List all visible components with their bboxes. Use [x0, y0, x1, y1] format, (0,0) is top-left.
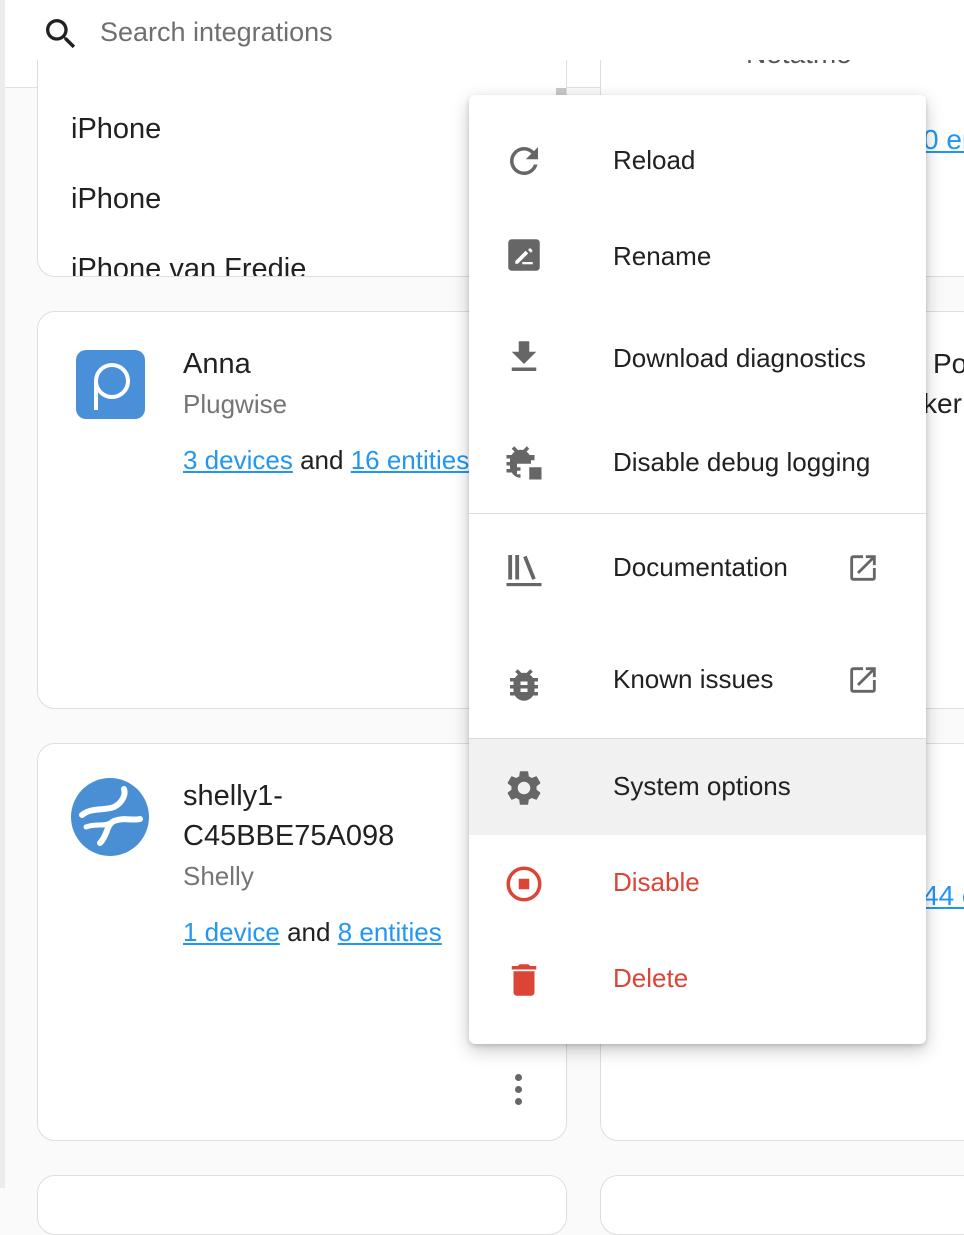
search-icon [46, 19, 76, 49]
menu-item-known-issues[interactable]: Known issues [469, 626, 926, 738]
menu-item-system-options[interactable]: System options [469, 739, 926, 835]
devices-link[interactable]: 1 device [183, 917, 280, 947]
menu-item-reload[interactable]: Reload [469, 113, 926, 209]
menu-item-label: Delete [613, 963, 689, 993]
external-link-icon [850, 555, 876, 581]
card-title-line1: shelly1- [183, 780, 283, 812]
card-links: 3 devices and 16 entities [183, 445, 469, 476]
menu-item-label: Rename [613, 241, 712, 271]
shelly-logo [71, 778, 149, 856]
menu-item-label: Disable debug logging [613, 447, 871, 477]
card-title-line2: C45BBE75A098 [183, 820, 395, 852]
menu-item-label: Download diagnostics [613, 343, 866, 373]
plugwise-logo [76, 350, 145, 419]
devices-link[interactable]: 3 devices [183, 445, 293, 475]
menu-item-download-diagnostics[interactable]: Download diagnostics [469, 305, 926, 409]
list-item[interactable]: iPhone [71, 113, 161, 146]
menu-item-disable[interactable]: Disable [469, 835, 926, 931]
list-item[interactable]: iPhone [71, 183, 161, 216]
menu-item-documentation[interactable]: Documentation [469, 514, 926, 626]
integration-card [600, 1175, 964, 1235]
rename-icon [508, 239, 540, 271]
reload-icon [510, 147, 538, 175]
menu-item-disable-debug-logging[interactable]: Disable debug logging [469, 409, 926, 513]
menu-item-label: System options [613, 771, 791, 801]
integration-options-menu: Reload Rename Download diagnostics Disab… [469, 95, 926, 1044]
entities-link[interactable]: 16 entities [351, 445, 470, 475]
menu-item-label: Known issues [613, 664, 774, 694]
menu-item-label: Documentation [613, 552, 788, 582]
menu-item-label: Disable [613, 867, 700, 897]
card-title: Po [933, 348, 964, 379]
card-title: Anna [183, 348, 251, 380]
list-item[interactable]: iPhone van Fredie [71, 253, 306, 276]
and-text: and [300, 445, 344, 475]
entities-link[interactable]: 0 en [923, 124, 964, 156]
trash-icon [511, 964, 537, 996]
library-icon [506, 555, 542, 587]
external-link-icon [850, 667, 876, 693]
card-links: 1 device and 8 entities [183, 917, 442, 948]
card-subtitle: Plugwise [183, 389, 288, 419]
download-icon [511, 341, 537, 371]
entities-link[interactable]: 8 entities [338, 917, 442, 947]
more-options-icon[interactable] [510, 1074, 526, 1110]
search-input[interactable] [100, 14, 700, 50]
stop-circle-icon [506, 866, 542, 902]
menu-item-rename[interactable]: Rename [469, 209, 926, 305]
card-subtitle: ker [923, 388, 962, 419]
menu-item-label: Reload [613, 145, 696, 175]
bug-stop-icon [506, 446, 542, 480]
entities-link[interactable]: 44 e [923, 880, 964, 912]
integration-card [37, 1175, 567, 1235]
left-sidebar-edge [0, 0, 5, 1188]
menu-item-delete[interactable]: Delete [469, 931, 926, 1027]
gear-icon [507, 771, 541, 805]
card-title: Netatmo [746, 60, 852, 70]
bug-icon [510, 669, 538, 701]
card-subtitle: Shelly [183, 861, 254, 891]
and-text: and [287, 917, 331, 947]
